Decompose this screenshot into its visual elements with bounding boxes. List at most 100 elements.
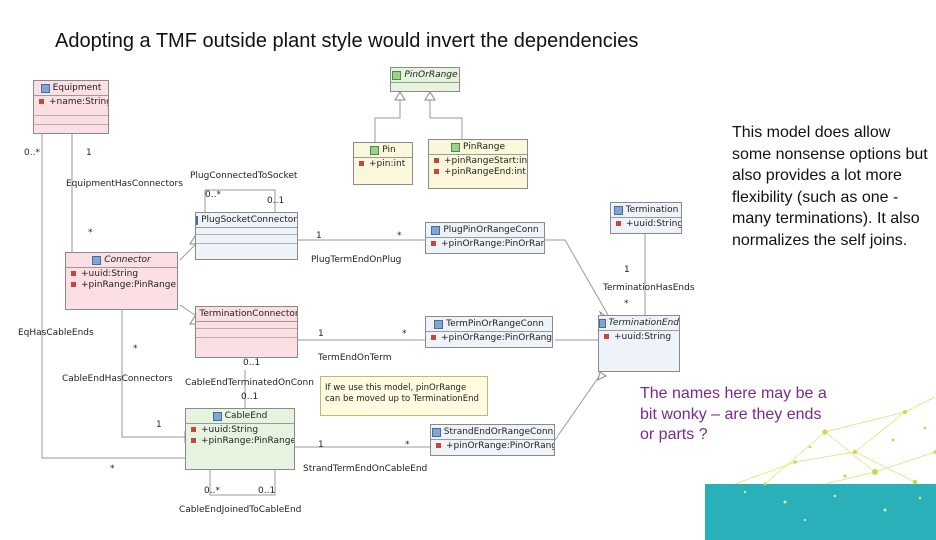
class-equipment-name: Equipment — [52, 83, 102, 93]
attr-term-pin-or-range: +pinOrRange:PinOrRange — [441, 332, 552, 343]
attr-equipment-name: +name:String — [49, 96, 108, 107]
class-icon — [92, 255, 102, 265]
mult-label: 0..1 — [258, 486, 276, 496]
class-equipment-header: Equipment — [34, 81, 108, 96]
mult-label: 0..1 — [243, 358, 261, 368]
class-icon — [451, 142, 461, 152]
class-term-pin-or-range-conn: TermPinOrRangeConn +pinOrRange:PinOrRang… — [425, 316, 553, 348]
mult-label: 0..* — [205, 190, 221, 200]
mult-label: * — [405, 440, 410, 450]
class-plug-pin-or-range-conn-header: PlugPinOrRangeConn — [426, 223, 544, 238]
class-pin-header: Pin — [354, 143, 412, 158]
mult-label: * — [402, 329, 407, 339]
class-cable-end-name: CableEnd — [224, 411, 268, 421]
class-termination-header: Termination — [611, 203, 681, 218]
attribute-icon — [39, 99, 44, 104]
mult-label: 1 — [156, 420, 162, 430]
mult-label: 1 — [316, 231, 322, 241]
class-pin-or-range: PinOrRange — [390, 67, 460, 92]
class-plug-pin-or-range-conn-name: PlugPinOrRangeConn — [443, 225, 539, 235]
side-commentary: This model does allow some nonsense opti… — [732, 124, 928, 249]
class-icon — [370, 145, 380, 155]
mult-label: 1 — [318, 440, 324, 450]
class-icon — [212, 411, 222, 421]
class-plug-pin-or-range-conn: PlugPinOrRangeConn +pinOrRange:PinOrRang… — [425, 222, 545, 254]
mult-label: 0..1 — [241, 392, 259, 402]
mult-label: * — [397, 231, 402, 241]
assoc-label: StrandTermEndOnCableEnd — [303, 464, 428, 474]
attribute-icon — [434, 169, 439, 174]
class-pin-range-name: PinRange — [463, 142, 505, 152]
attribute-icon — [434, 158, 439, 163]
assoc-label: EquipmentHasConnectors — [66, 179, 183, 189]
class-plug-socket-connector: PlugSocketConnector — [195, 212, 298, 260]
class-icon — [196, 215, 199, 225]
class-pin-or-range-name: PinOrRange — [404, 70, 458, 80]
class-term-pin-or-range-conn-name: TermPinOrRangeConn — [446, 319, 544, 329]
assoc-label: TermEndOnTerm — [318, 353, 392, 363]
class-pin-range-header: PinRange — [429, 140, 527, 155]
mult-label: 0..1 — [267, 196, 285, 206]
class-strand-end-or-range-conn-header: StrandEndOrRangeConn — [431, 425, 554, 440]
class-connector-name: Connector — [104, 255, 151, 265]
class-connector-header: Connector — [66, 253, 177, 268]
attribute-icon — [436, 443, 441, 448]
class-plug-socket-connector-header: PlugSocketConnector — [196, 213, 297, 228]
diagram-note: If we use this model, pinOrRange can be … — [320, 376, 488, 416]
class-icon — [431, 427, 441, 437]
attr-plug-pin-or-range: +pinOrRange:PinOrRange — [441, 238, 544, 249]
mult-label: 0..* — [204, 486, 220, 496]
attr-cable-end-uuid: +uuid:String — [201, 424, 259, 435]
attribute-icon — [431, 241, 436, 246]
class-termination-end-name: TerminationEnd — [608, 318, 679, 328]
class-termination: Termination +uuid:String — [610, 202, 682, 234]
attr-pin-range-end: +pinRangeEnd:int — [444, 166, 526, 177]
class-connector: Connector +uuid:String +pinRange:PinRang… — [65, 252, 178, 310]
class-termination-connector: TerminationConnector — [195, 306, 298, 358]
mult-label: 1 — [86, 148, 92, 158]
class-strand-end-or-range-conn: StrandEndOrRangeConn +pinOrRange:PinOrRa… — [430, 424, 555, 456]
attribute-icon — [359, 161, 364, 166]
class-pin-name: Pin — [382, 145, 396, 155]
attribute-icon — [71, 271, 76, 276]
assoc-label: CableEndTerminatedOnConn — [185, 378, 314, 388]
mult-label: * — [88, 228, 93, 238]
attr-pin-range-start: +pinRangeStart:int — [444, 155, 527, 166]
attr-connector-uuid: +uuid:String — [81, 268, 139, 279]
attribute-icon — [71, 282, 76, 287]
class-icon — [613, 205, 623, 215]
attribute-icon — [604, 334, 609, 339]
class-pin: Pin +pin:int — [353, 142, 413, 185]
attr-cable-end-pin-range: +pinRange:PinRange — [201, 435, 294, 446]
attribute-icon — [616, 221, 621, 226]
attr-termination-end-uuid: +uuid:String — [614, 331, 672, 342]
mult-label: * — [110, 464, 115, 474]
attr-pin: +pin:int — [369, 158, 406, 169]
interface-icon — [392, 70, 402, 80]
class-pin-or-range-header: PinOrRange — [391, 68, 459, 83]
attribute-icon — [431, 335, 436, 340]
class-termination-end: TerminationEnd +uuid:String — [598, 315, 680, 372]
class-termination-end-header: TerminationEnd — [599, 316, 679, 331]
class-cable-end: CableEnd +uuid:String +pinRange:PinRange — [185, 408, 295, 470]
class-termination-connector-name: TerminationConnector — [199, 309, 297, 319]
attr-termination-uuid: +uuid:String — [626, 218, 681, 229]
class-termination-connector-header: TerminationConnector — [196, 307, 297, 322]
decorative-network-graphic — [705, 396, 936, 540]
class-termination-name: Termination — [625, 205, 679, 215]
class-strand-end-or-range-conn-name: StrandEndOrRangeConn — [443, 427, 554, 437]
class-cable-end-header: CableEnd — [186, 409, 294, 424]
class-equipment: Equipment +name:String — [33, 80, 109, 134]
attr-connector-pin-range: +pinRange:PinRange — [81, 279, 176, 290]
attribute-icon — [191, 438, 196, 443]
class-icon — [599, 318, 606, 328]
mult-label: * — [133, 344, 138, 354]
class-icon — [434, 319, 444, 329]
assoc-label: TerminationHasEnds — [603, 283, 695, 293]
class-icon — [431, 225, 441, 235]
mult-label: 1 — [624, 265, 630, 275]
assoc-label: CableEndHasConnectors — [62, 374, 173, 384]
class-term-pin-or-range-conn-header: TermPinOrRangeConn — [426, 317, 552, 332]
class-pin-range: PinRange +pinRangeStart:int +pinRangeEnd… — [428, 139, 528, 189]
attribute-icon — [191, 427, 196, 432]
